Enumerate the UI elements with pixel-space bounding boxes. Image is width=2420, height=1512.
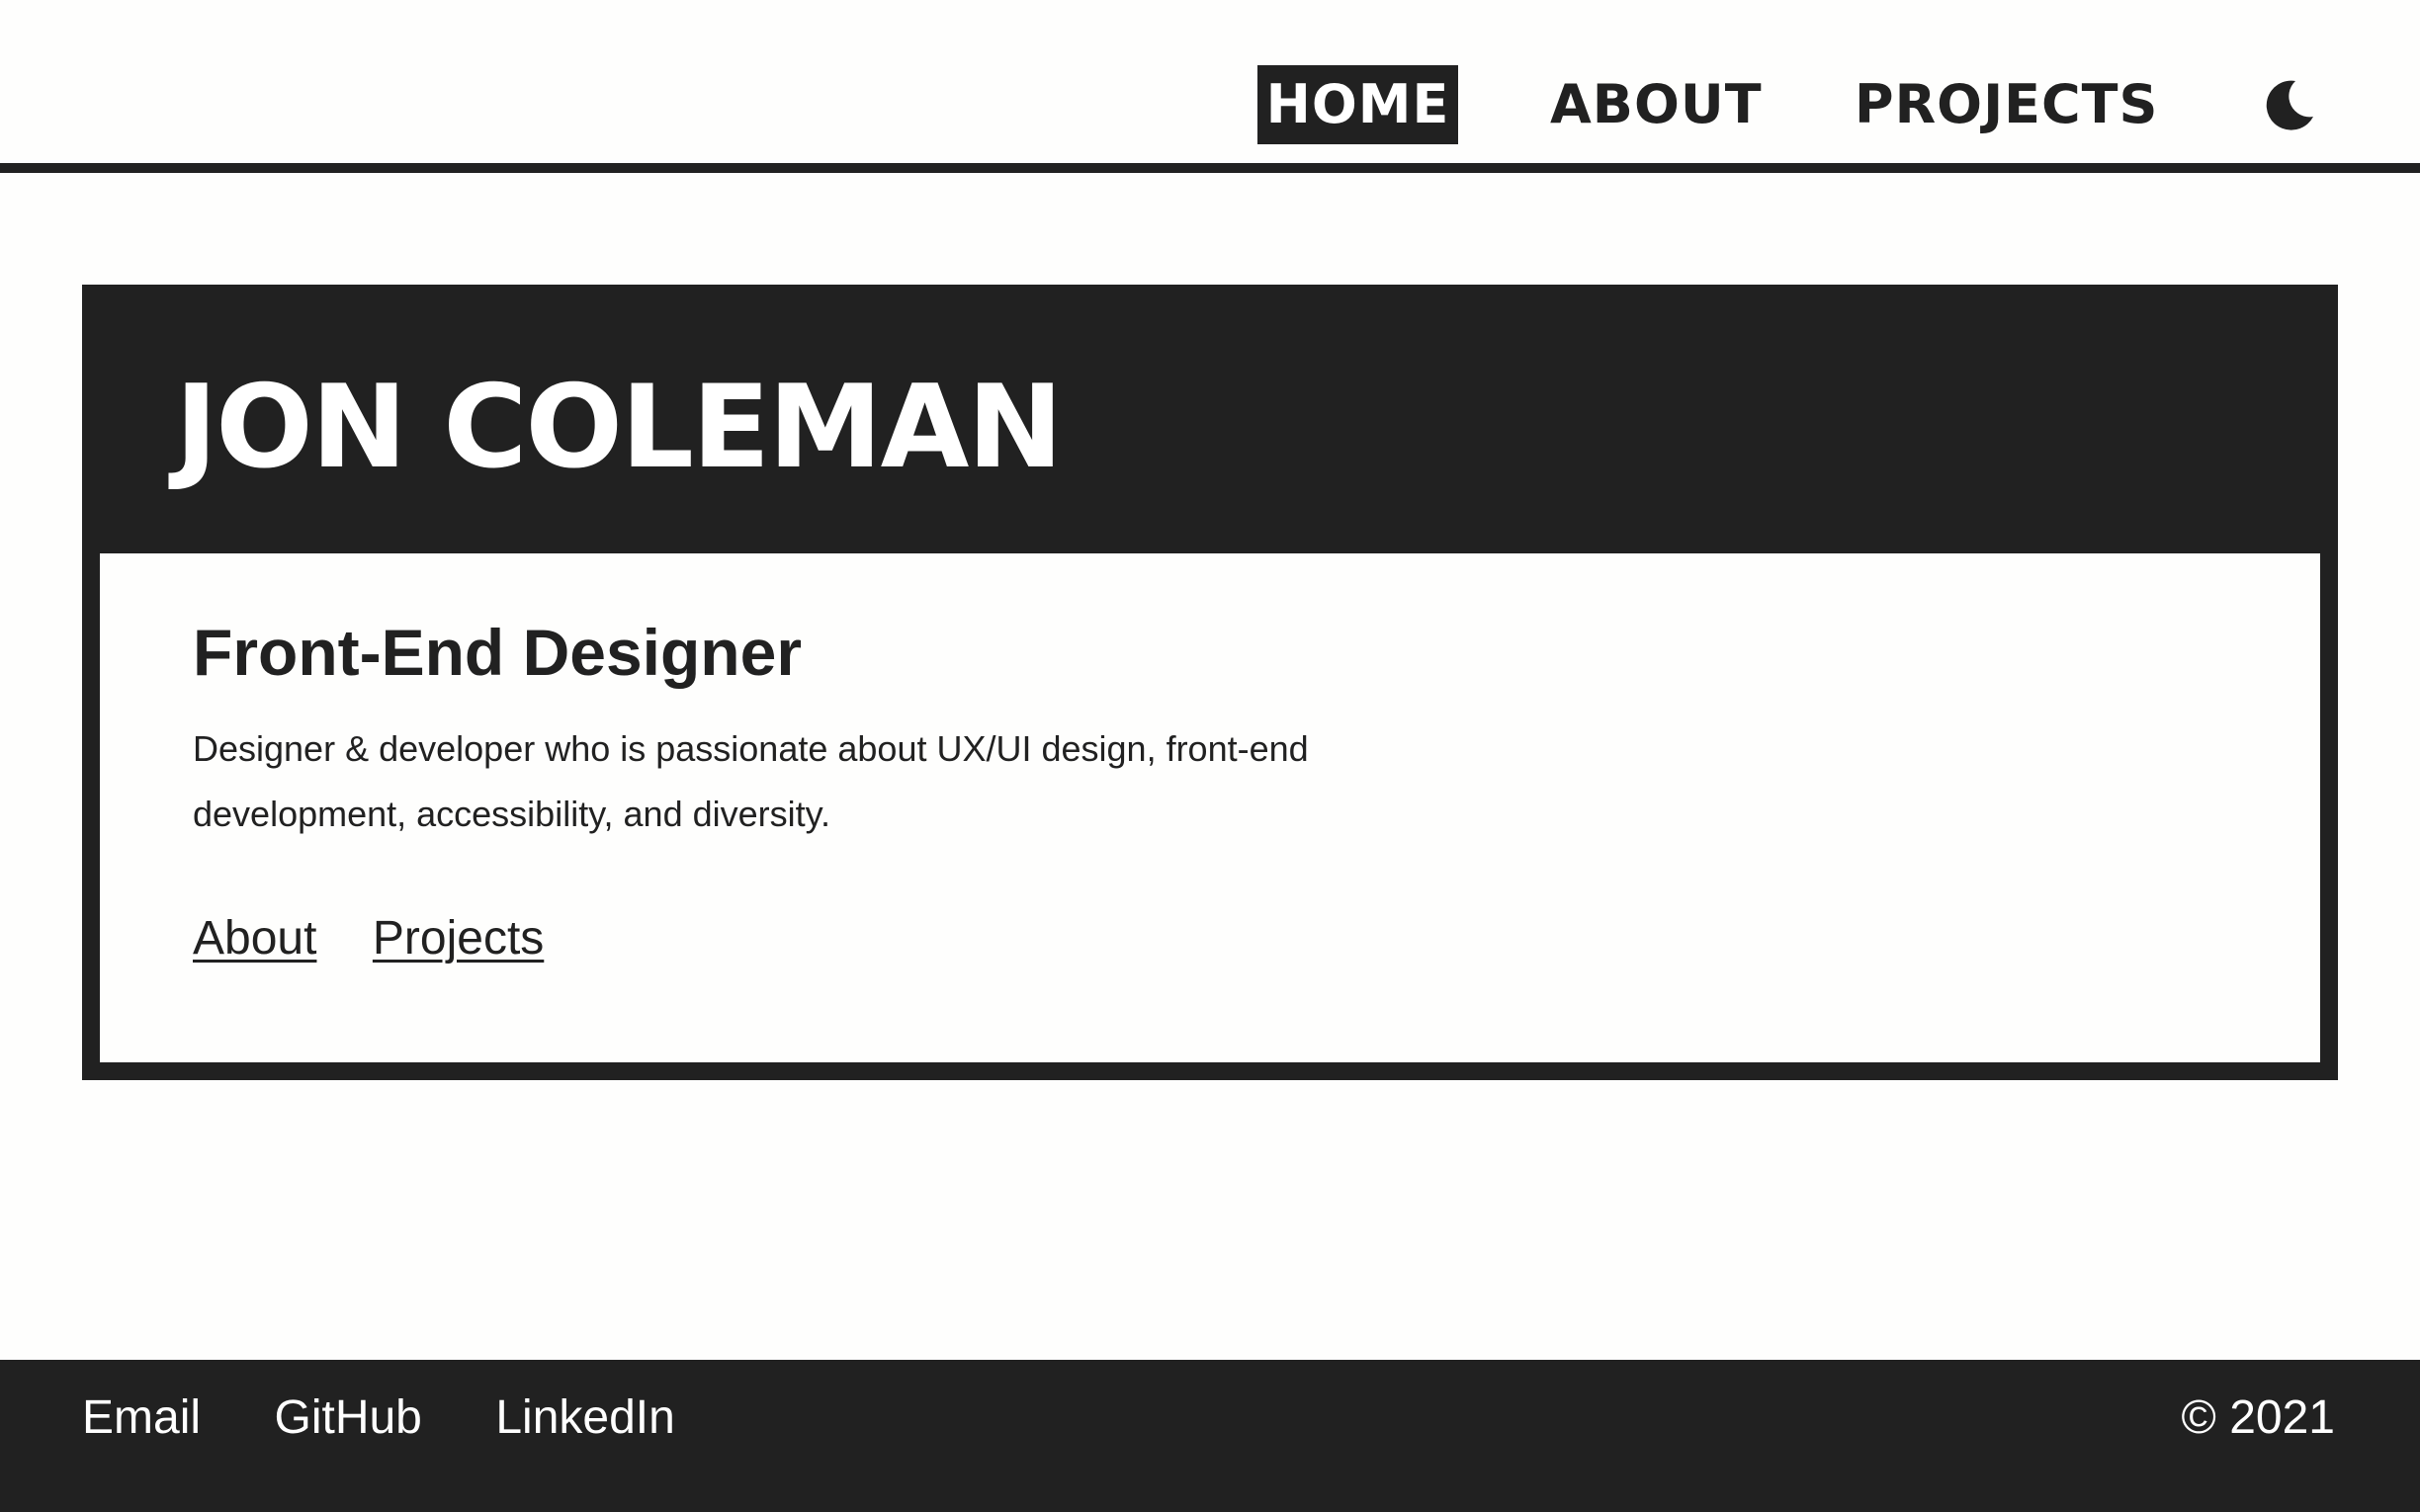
footer-linkedin-link[interactable]: LinkedIn bbox=[495, 1384, 674, 1453]
moon-icon bbox=[2266, 80, 2313, 130]
page: HOME ABOUT PROJECTS JON COLEMAN Front-En… bbox=[0, 0, 2420, 1512]
nav-about-link[interactable]: ABOUT bbox=[1550, 65, 1763, 144]
nav-projects-link[interactable]: PROJECTS bbox=[1855, 65, 2158, 144]
hero-about-link[interactable]: About bbox=[193, 909, 316, 968]
hero-projects-link[interactable]: Projects bbox=[373, 909, 544, 968]
copyright-text: © 2021 bbox=[2181, 1391, 2335, 1444]
footer: Email GitHub LinkedIn © 2021 bbox=[0, 1360, 2420, 1512]
top-navigation: HOME ABOUT PROJECTS bbox=[0, 0, 2420, 173]
bio-text: Designer & developer who is passionate a… bbox=[193, 728, 1309, 834]
nav-home-link[interactable]: HOME bbox=[1257, 65, 1458, 144]
hero-body: Front-End Designer Designer & developer … bbox=[100, 553, 2320, 1062]
footer-email-link[interactable]: Email bbox=[82, 1384, 201, 1453]
theme-toggle-button[interactable] bbox=[2262, 77, 2317, 132]
hero-name-heading: JON COLEMAN bbox=[175, 361, 1063, 494]
role-heading: Front-End Designer bbox=[193, 616, 803, 689]
footer-github-link[interactable]: GitHub bbox=[274, 1384, 421, 1453]
footer-links: Email GitHub LinkedIn bbox=[82, 1384, 744, 1453]
hero-card: JON COLEMAN Front-End Designer Designer … bbox=[82, 285, 2338, 1080]
hero-links: About Projects bbox=[193, 909, 595, 968]
